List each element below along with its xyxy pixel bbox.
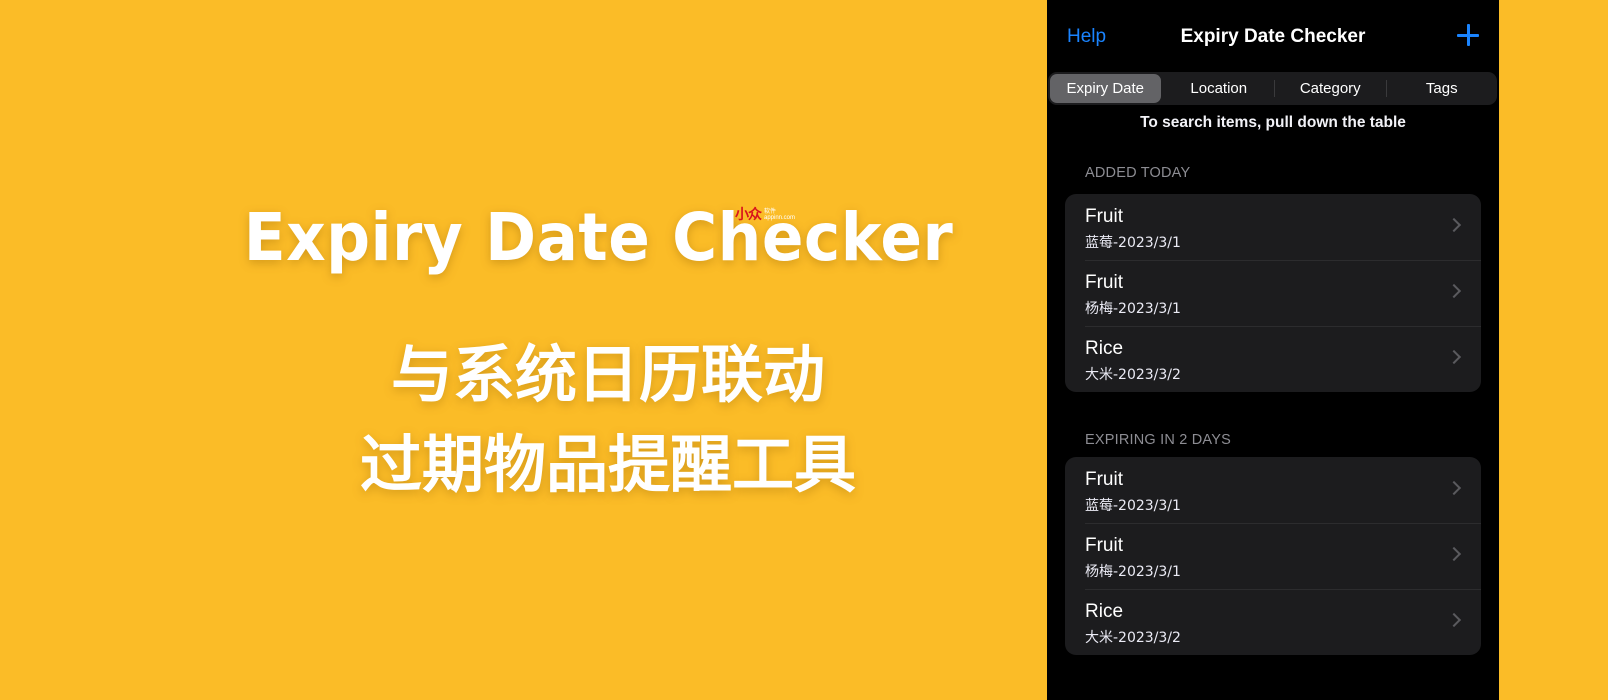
list-item[interactable]: Fruit 杨梅-2023/3/1 <box>1065 523 1481 589</box>
list-item[interactable]: Rice 大米-2023/3/2 <box>1065 589 1481 655</box>
section-header-expiring: EXPIRING IN 2 DAYS <box>1085 432 1231 448</box>
segment-location[interactable]: Location <box>1164 72 1275 105</box>
logo-small-bottom: appinn.com <box>764 215 796 221</box>
item-subtitle: 蓝莓-2023/3/1 <box>1085 235 1181 251</box>
chevron-right-icon <box>1446 480 1462 496</box>
segment-category[interactable]: Category <box>1275 72 1386 105</box>
item-title: Rice <box>1085 338 1124 359</box>
segment-tags[interactable]: Tags <box>1387 72 1498 105</box>
item-title: Fruit <box>1085 535 1123 556</box>
logo-small: 软件 appinn.com <box>764 209 795 221</box>
list-item[interactable]: Fruit 杨梅-2023/3/1 <box>1065 260 1481 326</box>
section-expiring-in-2-days: Fruit 蓝莓-2023/3/1 Fruit 杨梅-2023/3/1 Rice… <box>1065 457 1481 655</box>
plus-icon[interactable] <box>1455 22 1481 48</box>
item-title: Fruit <box>1085 469 1123 490</box>
chevron-right-icon <box>1446 217 1462 233</box>
item-subtitle: 大米-2023/3/2 <box>1085 367 1181 383</box>
logo-mark: 小众 <box>735 207 762 223</box>
item-title: Fruit <box>1085 206 1123 227</box>
chevron-right-icon <box>1446 612 1462 628</box>
search-hint: To search items, pull down the table <box>1140 114 1406 131</box>
list-item[interactable]: Fruit 蓝莓-2023/3/1 <box>1065 194 1481 260</box>
chevron-right-icon <box>1446 349 1462 365</box>
section-header-added-today: ADDED TODAY <box>1085 165 1191 181</box>
navigation-bar: Help Expiry Date Checker <box>1047 22 1499 52</box>
item-title: Fruit <box>1085 272 1123 293</box>
hero-title: Expiry Date Checker <box>0 198 1196 278</box>
item-subtitle: 大米-2023/3/2 <box>1085 630 1181 646</box>
nav-title: Expiry Date Checker <box>1180 26 1366 47</box>
list-item[interactable]: Rice 大米-2023/3/2 <box>1065 326 1481 392</box>
item-subtitle: 杨梅-2023/3/1 <box>1085 564 1181 580</box>
section-added-today: Fruit 蓝莓-2023/3/1 Fruit 杨梅-2023/3/1 Rice… <box>1065 194 1481 392</box>
hero-subtitle-line1: 与系统日历联动 <box>390 338 825 411</box>
item-subtitle: 蓝莓-2023/3/1 <box>1085 498 1181 514</box>
segment-expiry-date[interactable]: Expiry Date <box>1050 74 1161 103</box>
hero-title-text: Expiry Date Checker <box>243 199 953 276</box>
item-subtitle: 杨梅-2023/3/1 <box>1085 301 1181 317</box>
chevron-right-icon <box>1446 546 1462 562</box>
item-title: Rice <box>1085 601 1124 622</box>
phone-screen: Help Expiry Date Checker Expiry Date Loc… <box>1047 0 1499 700</box>
appinn-logo: 小众 软件 appinn.com <box>735 207 795 227</box>
sort-segmented-control: Expiry Date Location Category Tags <box>1048 72 1497 105</box>
hero-subtitle-line2: 过期物品提醒工具 <box>359 428 856 501</box>
list-item[interactable]: Fruit 蓝莓-2023/3/1 <box>1065 457 1481 523</box>
chevron-right-icon <box>1446 283 1462 299</box>
